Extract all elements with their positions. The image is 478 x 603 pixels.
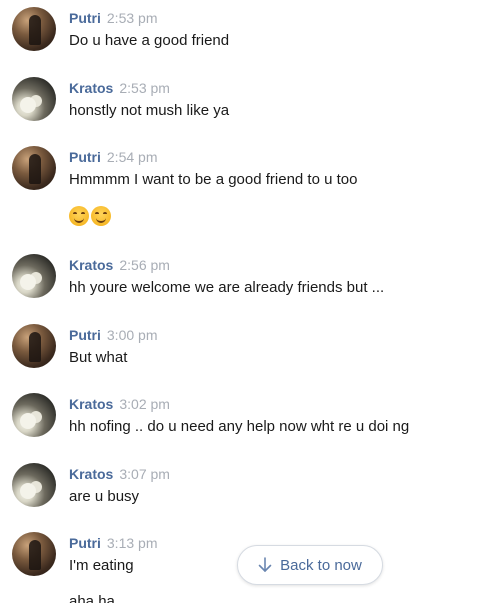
timestamp: 3:07 pm: [119, 466, 170, 482]
message-header: Kratos 3:07 pm: [69, 466, 170, 484]
emoji-row: [69, 206, 111, 228]
author-name[interactable]: Kratos: [69, 257, 113, 273]
message-text: honstly not mush like ya: [69, 102, 230, 119]
message-text: are u busy: [69, 488, 140, 505]
avatar[interactable]: [12, 77, 56, 121]
message-header: Putri 2:53 pm: [69, 10, 157, 28]
timestamp: 3:00 pm: [106, 327, 158, 343]
avatar[interactable]: [12, 146, 56, 190]
author-name[interactable]: Kratos: [69, 466, 113, 482]
author-name[interactable]: Putri: [69, 149, 101, 165]
timestamp: 2:54 pm: [106, 149, 158, 165]
message-header: Kratos 3:02 pm: [69, 396, 170, 414]
author-name[interactable]: Putri: [69, 10, 101, 26]
message-text: Hmmmm I want to be a good friend to u to…: [69, 171, 358, 188]
avatar[interactable]: [12, 324, 56, 368]
avatar[interactable]: [12, 463, 56, 507]
avatar[interactable]: [12, 254, 56, 298]
arrow-down-icon: [258, 557, 272, 572]
message-header: Putri 2:54 pm: [69, 149, 157, 167]
message-text-partial: aha ha: [69, 593, 115, 603]
avatar[interactable]: [12, 393, 56, 437]
timestamp: 2:56 pm: [119, 257, 170, 273]
timestamp: 3:02 pm: [119, 396, 170, 412]
author-name[interactable]: Kratos: [69, 396, 113, 412]
message-text: hh nofing .. do u need any help now wht …: [69, 418, 410, 435]
message-text: But what: [69, 349, 128, 366]
author-name[interactable]: Putri: [69, 327, 101, 343]
message-feed[interactable]: Putri 2:53 pm Do u have a good friend Kra…: [0, 0, 478, 603]
message-header: Putri 3:00 pm: [69, 327, 157, 345]
author-name[interactable]: Kratos: [69, 80, 113, 96]
back-to-now-button[interactable]: Back to now: [237, 545, 383, 585]
timestamp: 2:53 pm: [106, 10, 158, 26]
smiling-face-icon: [91, 206, 111, 226]
author-name[interactable]: Putri: [69, 535, 101, 551]
message-text: I'm eating: [69, 557, 134, 574]
smiling-face-icon: [69, 206, 89, 226]
timestamp: 3:13 pm: [106, 535, 158, 551]
message-header: Putri 3:13 pm: [69, 535, 157, 553]
message-header: Kratos 2:53 pm: [69, 80, 170, 98]
timestamp: 2:53 pm: [119, 80, 170, 96]
avatar[interactable]: [12, 7, 56, 51]
message-text: hh youre welcome we are already friends …: [69, 279, 385, 296]
message-text: Do u have a good friend: [69, 32, 230, 49]
message-header: Kratos 2:56 pm: [69, 257, 170, 275]
avatar[interactable]: [12, 532, 56, 576]
back-to-now-label: Back to now: [280, 556, 362, 574]
